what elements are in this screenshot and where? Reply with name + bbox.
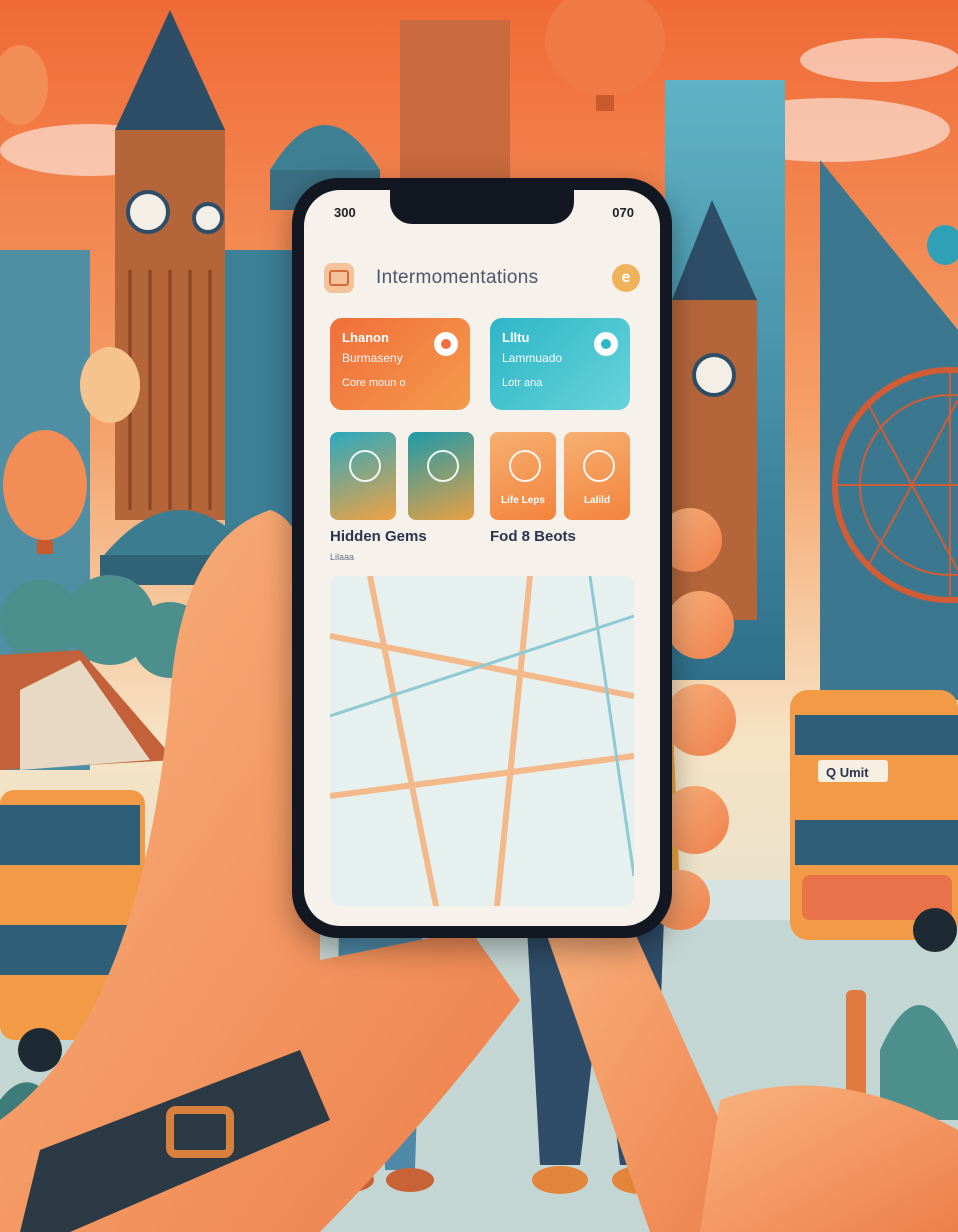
- section-food-spots[interactable]: Fod 8 Beots: [490, 528, 576, 545]
- bus-plate: Q Umit: [826, 765, 869, 780]
- section-hidden-gems-sub: Lilaaa: [330, 552, 355, 562]
- status-time: 300: [334, 205, 356, 220]
- feature-card-left[interactable]: Lhanon Burmaseny Core moun o: [330, 318, 470, 410]
- clock-icon: [126, 190, 170, 234]
- phone-notch: [390, 190, 574, 224]
- location-icon: [349, 450, 381, 482]
- card-meta: Core moun o: [342, 377, 406, 389]
- app-logo-icon[interactable]: [324, 263, 354, 293]
- food-tile-1[interactable]: Life Leps: [490, 432, 556, 520]
- app-header: Intermomentations e: [324, 262, 640, 294]
- food-icon: [583, 450, 615, 482]
- map-icon: [330, 576, 634, 906]
- profile-button[interactable]: e: [612, 264, 640, 292]
- phone-screen: 300 070 Intermomentations e Lhanon Burma…: [304, 190, 660, 926]
- location-icon: [427, 450, 459, 482]
- hidden-gems-tile-1[interactable]: [330, 432, 396, 520]
- status-indicators: 070: [612, 205, 634, 220]
- food-tile-2[interactable]: Lalild: [564, 432, 630, 520]
- hidden-gems-tile-2[interactable]: [408, 432, 474, 520]
- tile-label: Life Leps: [501, 495, 545, 506]
- card-meta: Lotr ana: [502, 377, 543, 389]
- feature-card-right[interactable]: Llltu Lammuado Lotr ana: [490, 318, 630, 410]
- eye-icon[interactable]: [594, 332, 618, 356]
- smartphone: 300 070 Intermomentations e Lhanon Burma…: [292, 178, 672, 938]
- section-hidden-gems[interactable]: Hidden Gems: [330, 528, 427, 545]
- app-title: Intermomentations: [376, 267, 539, 288]
- heart-icon[interactable]: [434, 332, 458, 356]
- bus-right: Q Umit: [790, 690, 958, 952]
- city-map[interactable]: [330, 576, 634, 906]
- illustration-scene: Q Umit 300 070 Intermomentations e Lhano…: [0, 0, 958, 1232]
- tile-label: Lalild: [583, 495, 611, 506]
- food-icon: [509, 450, 541, 482]
